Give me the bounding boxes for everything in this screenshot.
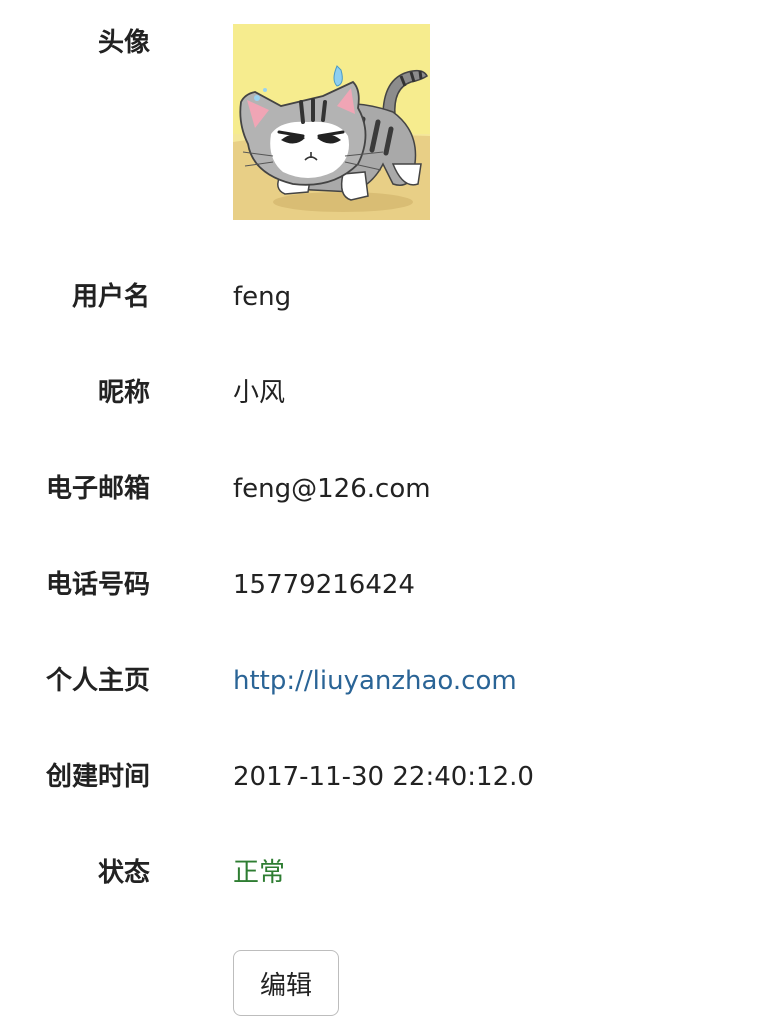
username-label: 用户名 [71, 282, 150, 312]
homepage-link[interactable]: http://liuyanzhao.com [233, 666, 517, 696]
created-value: 2017-11-30 22:40:12.0 [233, 762, 534, 792]
avatar-label: 头像 [97, 28, 150, 58]
edit-button[interactable]: 编辑 [233, 950, 339, 1016]
username-value: feng [233, 282, 292, 312]
status-value: 正常 [233, 858, 286, 888]
email-value: feng@126.com [233, 474, 431, 504]
status-label: 状态 [97, 858, 150, 888]
nickname-label: 昵称 [97, 378, 150, 408]
phone-label: 电话号码 [45, 570, 150, 600]
homepage-label: 个人主页 [45, 666, 150, 696]
email-label: 电子邮箱 [45, 474, 150, 504]
phone-value: 15779216424 [233, 570, 415, 600]
cat-avatar-image [233, 24, 430, 220]
nickname-value: 小风 [233, 378, 286, 408]
created-label: 创建时间 [45, 762, 150, 792]
